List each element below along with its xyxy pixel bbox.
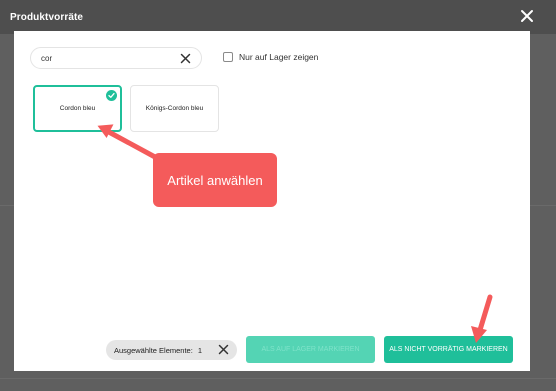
modal-header: Produktvorräte bbox=[0, 0, 556, 34]
selected-items-pill: Ausgewählte Elemente: 1 bbox=[106, 340, 237, 360]
clear-search-icon[interactable] bbox=[180, 53, 191, 64]
modal-body: Nur auf Lager zeigen Cordon bleu Königs-… bbox=[14, 31, 530, 371]
in-stock-label: Nur auf Lager zeigen bbox=[239, 52, 319, 62]
modal-title: Produktvorräte bbox=[10, 11, 84, 23]
clear-selection-icon[interactable] bbox=[218, 344, 229, 355]
mark-unavailable-button[interactable]: ALS NICHT VORRÄTIG MARKIEREN bbox=[384, 336, 513, 363]
search-box bbox=[30, 47, 202, 69]
selected-items-count: 1 bbox=[197, 345, 202, 355]
product-name: Königs-Cordon bleu bbox=[145, 105, 204, 112]
selected-items-label: Ausgewählte Elemente: bbox=[114, 345, 193, 355]
background-line bbox=[0, 378, 556, 379]
search-input[interactable] bbox=[41, 52, 171, 65]
product-card-cordon-bleu[interactable]: Cordon bleu bbox=[33, 85, 122, 132]
product-card-koenigs-cordon-bleu[interactable]: Königs-Cordon bleu bbox=[130, 85, 219, 132]
mark-available-button[interactable]: ALS AUF LAGER MARKIEREN bbox=[246, 336, 375, 363]
in-stock-checkbox[interactable] bbox=[223, 52, 233, 62]
selected-check-icon bbox=[106, 90, 117, 101]
annotation-callout: Artikel anwählen bbox=[153, 153, 277, 207]
close-icon[interactable] bbox=[520, 9, 534, 23]
in-stock-filter[interactable]: Nur auf Lager zeigen bbox=[223, 52, 318, 62]
annotation-text: Artikel anwählen bbox=[167, 172, 263, 188]
product-name: Cordon bleu bbox=[59, 105, 96, 112]
